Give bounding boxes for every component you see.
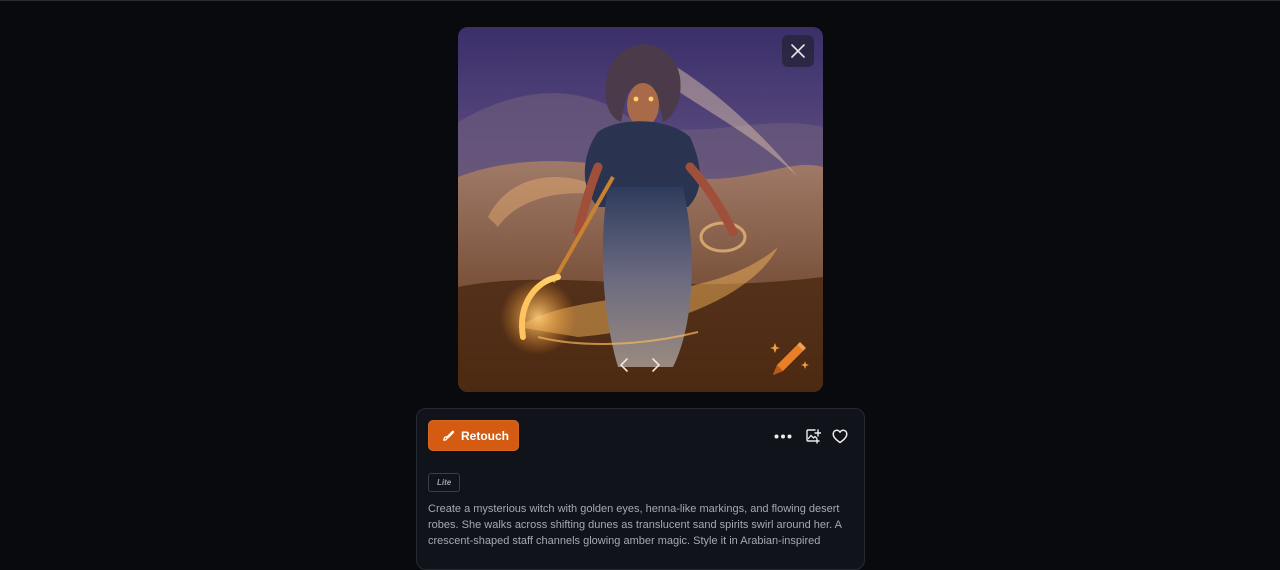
more-options-button[interactable]	[772, 426, 794, 446]
image-add-icon	[806, 429, 821, 444]
image-viewer[interactable]	[458, 27, 823, 392]
previous-image-button[interactable]	[614, 355, 634, 375]
top-divider	[0, 0, 1280, 1]
model-badge: Lite	[428, 473, 461, 492]
close-button[interactable]	[782, 35, 814, 67]
chevron-right-icon	[652, 358, 661, 372]
more-dots-icon	[774, 434, 792, 438]
retouch-label: Retouch	[461, 428, 509, 443]
like-button[interactable]	[830, 426, 850, 446]
prompt-text: Create a mysterious witch with golden ey…	[428, 503, 842, 547]
add-to-collection-button[interactable]	[803, 426, 823, 446]
retouch-button[interactable]: Retouch	[428, 420, 519, 451]
next-image-button[interactable]	[646, 355, 666, 375]
image-details-panel: Retouch Lite Create a mysterious witch w…	[416, 408, 865, 570]
edit-image-button[interactable]	[767, 335, 813, 381]
brush-icon	[442, 429, 455, 442]
close-icon	[791, 44, 805, 58]
heart-icon	[832, 428, 848, 443]
chevron-left-icon	[619, 358, 628, 372]
sparkle-pencil-icon	[770, 342, 809, 375]
image-actions	[772, 426, 850, 446]
